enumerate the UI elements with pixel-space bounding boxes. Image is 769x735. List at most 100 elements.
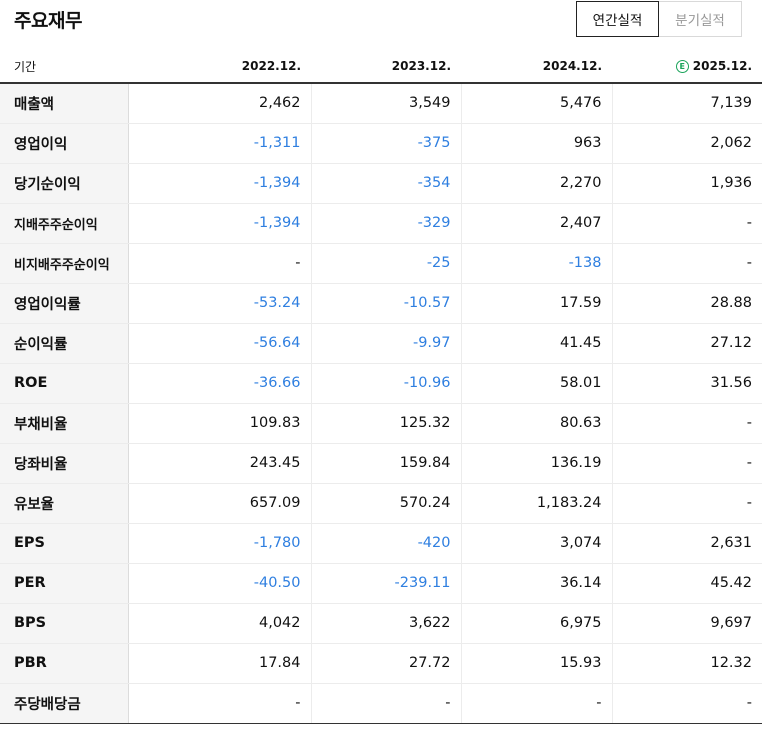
- table-cell: 7,139: [611, 82, 762, 124]
- tab-annual[interactable]: 연간실적: [576, 1, 659, 37]
- row-label: 부채비율: [0, 402, 129, 444]
- table-cell: 9,697: [611, 603, 762, 644]
- table-header-row: 기간 2022.12. 2023.12. 2024.12. E 2025.12.: [0, 50, 762, 84]
- table-cell: -1,394: [127, 203, 311, 244]
- table-cell: 1,936: [611, 163, 762, 204]
- table-cell: 6,975: [460, 603, 612, 644]
- table-row: ROE -36.66 -10.96 58.01 31.56: [0, 363, 762, 404]
- table-cell: 12.32: [611, 643, 762, 684]
- table-cell: 3,549: [310, 82, 461, 124]
- table-cell: 45.42: [611, 563, 762, 604]
- table-body: 매출액 2,462 3,549 5,476 7,139 영업이익 -1,311 -375 963…: [0, 82, 762, 724]
- table-cell: 3,622: [310, 603, 461, 644]
- column-header-estimate: E 2025.12.: [612, 50, 762, 84]
- table-row: 영업이익률 -53.24 -10.57 17.59 28.88: [0, 282, 762, 324]
- column-header: 2024.12.: [461, 50, 612, 84]
- table-cell: -: [611, 243, 762, 284]
- table-cell: 1,183.24: [460, 483, 612, 524]
- table-row: 순이익률 -56.64 -9.97 41.45 27.12: [0, 323, 762, 364]
- table-cell: 136.19: [460, 443, 612, 484]
- table-cell: -53.24: [127, 282, 311, 324]
- table-row: 매출액 2,462 3,549 5,476 7,139: [0, 82, 762, 124]
- table-cell: -239.11: [310, 563, 461, 604]
- table-cell: -: [127, 243, 311, 284]
- table-cell: 15.93: [460, 643, 612, 684]
- column-header: 2023.12.: [311, 50, 461, 84]
- table-cell: 17.59: [460, 282, 612, 324]
- table-cell: 159.84: [310, 443, 461, 484]
- row-label: 지배주주순이익: [0, 203, 129, 244]
- table-cell: -: [127, 682, 311, 724]
- table-cell: 28.88: [611, 282, 762, 324]
- row-label: 주당배당금: [0, 682, 129, 724]
- table-cell: 36.14: [460, 563, 612, 604]
- table-cell: -: [460, 682, 612, 724]
- row-label: 당기순이익: [0, 163, 129, 204]
- table-cell: 2,062: [611, 123, 762, 164]
- table-cell: 31.56: [611, 363, 762, 404]
- table-cell: 2,631: [611, 522, 762, 564]
- table-cell: -138: [460, 243, 612, 284]
- table-cell: 27.72: [310, 643, 461, 684]
- row-label: PER: [0, 563, 129, 604]
- table-row: PER -40.50 -239.11 36.14 45.42: [0, 563, 762, 604]
- table-row: 당기순이익 -1,394 -354 2,270 1,936: [0, 163, 762, 204]
- table-cell: 80.63: [460, 402, 612, 444]
- table-cell: 963: [460, 123, 612, 164]
- table-cell: 109.83: [127, 402, 311, 444]
- row-label: 당좌비율: [0, 443, 129, 484]
- table-row: 영업이익 -1,311 -375 963 2,062: [0, 123, 762, 164]
- table-cell: -: [611, 203, 762, 244]
- table-cell: 3,074: [460, 522, 612, 564]
- period-tabs: 연간실적 분기실적: [576, 1, 742, 37]
- table-row: 부채비율 109.83 125.32 80.63-: [0, 402, 762, 444]
- table-row: PBR 17.84 27.72 15.93 12.32: [0, 643, 762, 684]
- table-cell: -: [611, 483, 762, 524]
- tab-quarterly[interactable]: 분기실적: [659, 1, 742, 37]
- row-label: 비지배주주순이익: [0, 243, 129, 284]
- table-cell: -1,394: [127, 163, 311, 204]
- row-label: 매출액: [0, 82, 129, 124]
- period-header: 기간: [0, 50, 128, 84]
- table-cell: 5,476: [460, 82, 612, 124]
- table-cell: -10.96: [310, 363, 461, 404]
- table-cell: 58.01: [460, 363, 612, 404]
- table-row: 주당배당금 - - - -: [0, 682, 762, 724]
- row-label: BPS: [0, 603, 129, 644]
- table-cell: 243.45: [127, 443, 311, 484]
- table-cell: -36.66: [127, 363, 311, 404]
- table-cell: -9.97: [310, 323, 461, 364]
- table-cell: -: [611, 443, 762, 484]
- table-cell: -40.50: [127, 563, 311, 604]
- table-cell: 570.24: [310, 483, 461, 524]
- table-cell: -329: [310, 203, 461, 244]
- table-cell: 27.12: [611, 323, 762, 364]
- table-cell: -: [611, 682, 762, 724]
- table-cell: -10.57: [310, 282, 461, 324]
- table-cell: -56.64: [127, 323, 311, 364]
- row-label: 유보율: [0, 483, 129, 524]
- table-row: 당좌비율 243.45 159.84 136.19-: [0, 443, 762, 484]
- financial-table: 기간 2022.12. 2023.12. 2024.12. E 2025.12. …: [0, 50, 762, 724]
- section-title: 주요재무: [14, 10, 82, 32]
- table-cell: -1,311: [127, 123, 311, 164]
- table-row: EPS -1,780 -420 3,074 2,631: [0, 522, 762, 564]
- table-cell: 657.09: [127, 483, 311, 524]
- table-cell: -354: [310, 163, 461, 204]
- row-label: 영업이익률: [0, 282, 129, 324]
- column-header: 2022.12.: [128, 50, 311, 84]
- table-cell: 125.32: [310, 402, 461, 444]
- row-label: PBR: [0, 643, 129, 684]
- table-cell: 17.84: [127, 643, 311, 684]
- table-row: BPS 4,042 3,622 6,975 9,697: [0, 603, 762, 644]
- table-cell: 2,407: [460, 203, 612, 244]
- table-cell: 2,462: [127, 82, 311, 124]
- table-cell: -: [310, 682, 461, 724]
- table-cell: 41.45: [460, 323, 612, 364]
- table-cell: -375: [310, 123, 461, 164]
- table-cell: -25: [310, 243, 461, 284]
- column-header-label: 2025.12.: [692, 59, 752, 73]
- table-cell: -: [611, 402, 762, 444]
- row-label: ROE: [0, 363, 129, 404]
- table-cell: -1,780: [127, 522, 311, 564]
